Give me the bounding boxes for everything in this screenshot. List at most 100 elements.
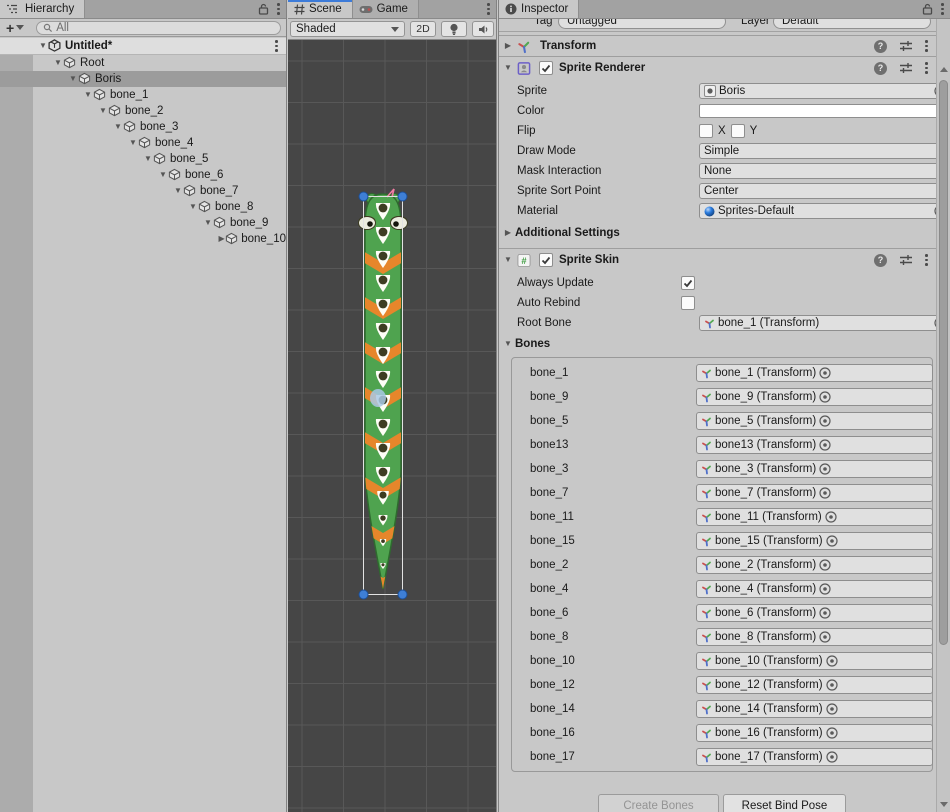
object-picker-icon[interactable] bbox=[819, 631, 831, 643]
object-picker-icon[interactable] bbox=[826, 679, 838, 691]
help-icon[interactable]: ? bbox=[874, 62, 887, 75]
help-icon[interactable]: ? bbox=[874, 40, 887, 53]
object-picker-icon[interactable] bbox=[826, 655, 838, 667]
presets-icon[interactable] bbox=[899, 62, 913, 74]
create-object-button[interactable]: + bbox=[0, 20, 28, 36]
bone-object-field[interactable]: bone_7 (Transform) bbox=[696, 484, 933, 502]
audio-toggle-button[interactable] bbox=[472, 21, 494, 37]
sprite-renderer-enabled-checkbox[interactable] bbox=[539, 61, 553, 75]
foldout-expanded-icon[interactable]: ▼ bbox=[203, 219, 213, 227]
object-picker-icon[interactable] bbox=[819, 583, 831, 595]
sprite-skin-component-header[interactable]: ▼ # Sprite Skin ? bbox=[499, 248, 936, 271]
component-menu-icon[interactable] bbox=[925, 62, 928, 74]
bone-object-field[interactable]: bone_11 (Transform) bbox=[696, 508, 933, 526]
bone-object-field[interactable]: bone_1 (Transform) bbox=[696, 364, 933, 382]
lock-icon[interactable] bbox=[258, 3, 269, 15]
hierarchy-item-bone_6[interactable]: ▼bone_6 bbox=[0, 167, 286, 183]
object-picker-icon[interactable] bbox=[819, 367, 831, 379]
search-input[interactable]: All bbox=[36, 21, 281, 35]
object-picker-icon[interactable] bbox=[819, 607, 831, 619]
transform-component-header[interactable]: ▶ Transform ? bbox=[499, 35, 936, 56]
scroll-down-icon[interactable] bbox=[940, 802, 948, 807]
tag-dropdown[interactable]: Untagged bbox=[558, 19, 726, 29]
inspector-scrollbar[interactable] bbox=[936, 19, 950, 812]
bone-object-field[interactable]: bone_16 (Transform) bbox=[696, 724, 933, 742]
object-picker-icon[interactable] bbox=[819, 439, 831, 451]
tab-hierarchy[interactable]: Hierarchy bbox=[0, 0, 85, 18]
foldout-expanded-icon[interactable]: ▼ bbox=[188, 203, 198, 211]
color-swatch[interactable] bbox=[699, 104, 943, 118]
lighting-toggle-button[interactable] bbox=[441, 21, 467, 37]
reset-bind-pose-button[interactable]: Reset Bind Pose bbox=[723, 794, 846, 812]
hierarchy-item-bone_7[interactable]: ▼bone_7 bbox=[0, 183, 286, 199]
scrollbar-thumb[interactable] bbox=[939, 80, 948, 645]
object-picker-icon[interactable] bbox=[819, 415, 831, 427]
object-picker-icon[interactable] bbox=[826, 535, 838, 547]
foldout-expanded-icon[interactable]: ▼ bbox=[173, 187, 183, 195]
foldout-expanded-icon[interactable]: ▼ bbox=[83, 91, 93, 99]
object-picker-icon[interactable] bbox=[819, 559, 831, 571]
boris-sprite[interactable] bbox=[288, 40, 497, 812]
hierarchy-item-bone_10[interactable]: ▶bone_10 bbox=[0, 231, 286, 247]
help-icon[interactable]: ? bbox=[874, 254, 887, 267]
foldout-expanded-icon[interactable]: ▼ bbox=[113, 123, 123, 131]
draw-mode-dropdown[interactable]: Simple bbox=[699, 143, 950, 159]
object-picker-icon[interactable] bbox=[826, 703, 838, 715]
presets-icon[interactable] bbox=[899, 40, 913, 52]
root-bone-object-field[interactable]: bone_1 (Transform) bbox=[699, 315, 950, 331]
object-picker-icon[interactable] bbox=[819, 463, 831, 475]
bones-foldout[interactable]: ▼ Bones bbox=[503, 336, 932, 352]
hierarchy-item-bone_3[interactable]: ▼bone_3 bbox=[0, 119, 286, 135]
foldout-expanded-icon[interactable]: ▼ bbox=[98, 107, 108, 115]
component-menu-icon[interactable] bbox=[925, 40, 928, 52]
object-picker-icon[interactable] bbox=[826, 727, 838, 739]
bone-object-field[interactable]: bone_8 (Transform) bbox=[696, 628, 933, 646]
material-object-field[interactable]: Sprites-Default bbox=[699, 203, 950, 219]
flip-x-checkbox[interactable] bbox=[699, 124, 713, 138]
foldout-collapsed-icon[interactable]: ▶ bbox=[503, 42, 513, 50]
scene-header-row[interactable]: ▼ Untitled* bbox=[0, 38, 286, 55]
auto-rebind-checkbox[interactable] bbox=[681, 296, 695, 310]
sprite-skin-enabled-checkbox[interactable] bbox=[539, 253, 553, 267]
bone-object-field[interactable]: bone_14 (Transform) bbox=[696, 700, 933, 718]
foldout-expanded-icon[interactable]: ▼ bbox=[38, 42, 48, 50]
create-bones-button[interactable]: Create Bones bbox=[598, 794, 719, 812]
bone-object-field[interactable]: bone13 (Transform) bbox=[696, 436, 933, 454]
foldout-collapsed-icon[interactable]: ▶ bbox=[218, 235, 225, 243]
additional-settings-foldout[interactable]: ▶ Additional Settings bbox=[503, 225, 932, 241]
hierarchy-item-bone_5[interactable]: ▼bone_5 bbox=[0, 151, 286, 167]
layer-dropdown[interactable]: Default bbox=[773, 19, 931, 29]
hierarchy-item-bone_4[interactable]: ▼bone_4 bbox=[0, 135, 286, 151]
foldout-expanded-icon[interactable]: ▼ bbox=[68, 75, 78, 83]
bone-object-field[interactable]: bone_6 (Transform) bbox=[696, 604, 933, 622]
hierarchy-item-bone_2[interactable]: ▼bone_2 bbox=[0, 103, 286, 119]
object-picker-icon[interactable] bbox=[826, 751, 838, 763]
hierarchy-item-bone_1[interactable]: ▼bone_1 bbox=[0, 87, 286, 103]
foldout-expanded-icon[interactable]: ▼ bbox=[143, 155, 153, 163]
sprite-renderer-component-header[interactable]: ▼ Sprite Renderer ? bbox=[499, 56, 936, 79]
tab-inspector[interactable]: Inspector bbox=[499, 0, 579, 18]
object-picker-icon[interactable] bbox=[819, 391, 831, 403]
mask-interaction-dropdown[interactable]: None bbox=[699, 163, 950, 179]
bone-object-field[interactable]: bone_12 (Transform) bbox=[696, 676, 933, 694]
presets-icon[interactable] bbox=[899, 254, 913, 266]
2d-toggle-button[interactable]: 2D bbox=[410, 21, 436, 37]
bone-object-field[interactable]: bone_15 (Transform) bbox=[696, 532, 933, 550]
tab-game[interactable]: Game bbox=[353, 0, 419, 18]
bone-object-field[interactable]: bone_4 (Transform) bbox=[696, 580, 933, 598]
foldout-expanded-icon[interactable]: ▼ bbox=[503, 64, 513, 72]
component-menu-icon[interactable] bbox=[925, 254, 928, 266]
bone-object-field[interactable]: bone_10 (Transform) bbox=[696, 652, 933, 670]
hierarchy-item-boris[interactable]: ▼Boris bbox=[0, 71, 286, 87]
scene-menu-icon[interactable] bbox=[487, 3, 490, 15]
lock-icon[interactable] bbox=[922, 3, 933, 15]
object-picker-icon[interactable] bbox=[819, 487, 831, 499]
foldout-expanded-icon[interactable]: ▼ bbox=[53, 59, 63, 67]
bone-object-field[interactable]: bone_2 (Transform) bbox=[696, 556, 933, 574]
bone-object-field[interactable]: bone_9 (Transform) bbox=[696, 388, 933, 406]
hierarchy-item-bone_8[interactable]: ▼bone_8 bbox=[0, 199, 286, 215]
scene-menu-icon[interactable] bbox=[275, 40, 278, 52]
scroll-up-icon[interactable] bbox=[940, 67, 948, 72]
bone-object-field[interactable]: bone_5 (Transform) bbox=[696, 412, 933, 430]
sprite-object-field[interactable]: Boris bbox=[699, 83, 950, 99]
